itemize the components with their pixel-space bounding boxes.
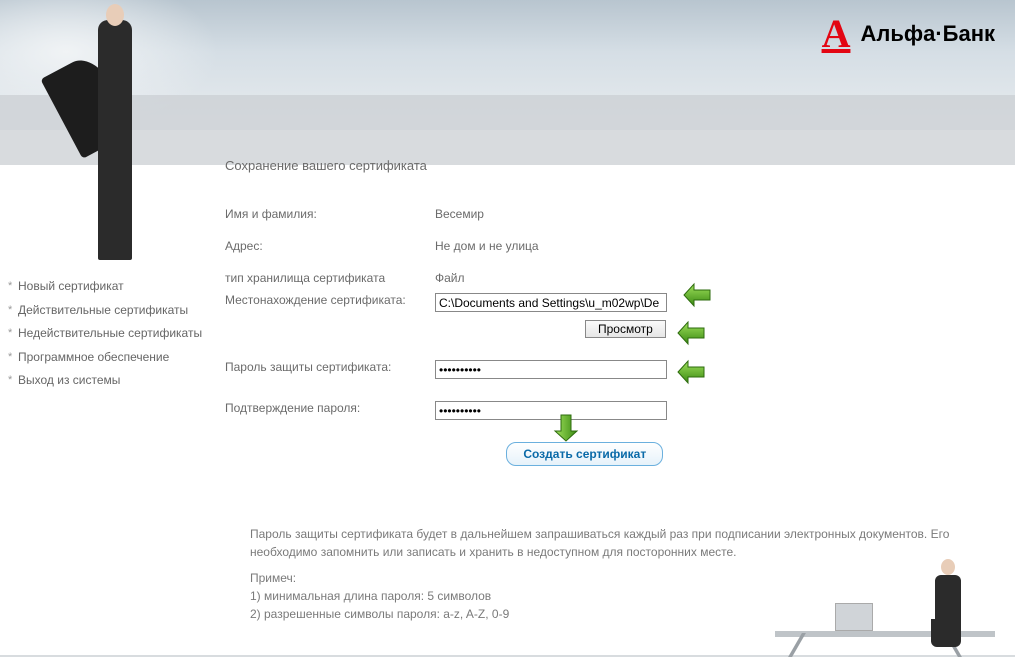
password-input[interactable] bbox=[435, 360, 667, 379]
main-content: Сохранение вашего сертификата Имя и фами… bbox=[225, 158, 1007, 623]
sidebar-item-new-cert[interactable]: Новый сертификат bbox=[8, 275, 208, 299]
address-label: Адрес: bbox=[225, 235, 435, 257]
sidebar-item-software[interactable]: Программное обеспечение bbox=[8, 346, 208, 370]
name-label: Имя и фамилия: bbox=[225, 203, 435, 225]
storage-type-label: тип хранилища сертификата bbox=[225, 267, 435, 289]
sidebar-item-logout[interactable]: Выход из системы bbox=[8, 369, 208, 393]
password-label: Пароль защиты сертификата: bbox=[225, 356, 435, 383]
sidebar-item-invalid-certs[interactable]: Недействительные сертификаты bbox=[8, 322, 208, 346]
man-illustration bbox=[48, 0, 178, 265]
sidebar-item-valid-certs[interactable]: Действительные сертификаты bbox=[8, 299, 208, 323]
name-value: Весемир bbox=[435, 203, 1007, 225]
brand-name: Альфа·Банк bbox=[860, 21, 995, 47]
confirm-password-label: Подтверждение пароля: bbox=[225, 397, 435, 424]
note-line2: 2) разрешенные символы пароля: a-z, A-Z,… bbox=[250, 605, 985, 623]
address-value: Не дом и не улица bbox=[435, 235, 1007, 257]
note-heading: Примеч: bbox=[250, 569, 985, 587]
location-input[interactable] bbox=[435, 293, 667, 312]
alpha-logo-icon: А bbox=[822, 14, 851, 54]
page-title: Сохранение вашего сертификата bbox=[225, 158, 1007, 173]
create-certificate-button[interactable]: Создать сертификат bbox=[506, 442, 663, 466]
note-intro: Пароль защиты сертификата будет в дальне… bbox=[250, 525, 985, 561]
notes-block: Пароль защиты сертификата будет в дальне… bbox=[225, 525, 985, 623]
browse-button[interactable]: Просмотр bbox=[585, 320, 666, 338]
storage-type-value: Файл bbox=[435, 267, 1007, 289]
sidebar-nav: Новый сертификат Действительные сертифик… bbox=[8, 275, 208, 393]
note-line1: 1) минимальная длина пароля: 5 символов bbox=[250, 587, 985, 605]
confirm-password-input[interactable] bbox=[435, 401, 667, 420]
certificate-form: Имя и фамилия: Весемир Адрес: Не дом и н… bbox=[225, 203, 1007, 470]
location-label: Местонахождение сертификата: bbox=[225, 289, 435, 316]
brand-logo: А Альфа·Банк bbox=[822, 14, 995, 54]
